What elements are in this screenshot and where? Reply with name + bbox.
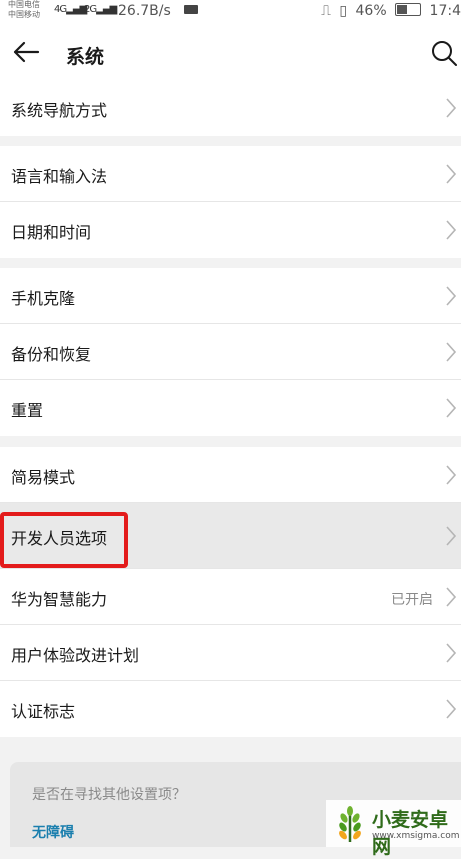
search-icon[interactable] xyxy=(431,40,457,66)
clock: 17:4 xyxy=(429,3,461,19)
settings-group-language-time: 语言和输入法 日期和时间 xyxy=(0,146,461,258)
chevron-right-icon xyxy=(446,220,457,240)
chevron-right-icon xyxy=(446,398,457,418)
chevron-right-icon xyxy=(446,286,457,306)
setting-row-simple-mode[interactable]: 简易模式 xyxy=(0,447,461,503)
setting-row-language-input[interactable]: 语言和输入法 xyxy=(0,146,461,202)
setting-row-date-time[interactable]: 日期和时间 xyxy=(0,202,461,258)
app-header: 系统 xyxy=(0,24,461,82)
setting-label: 系统导航方式 xyxy=(11,101,108,120)
site-watermark: 小麦安卓网 www.xmsigma.com xyxy=(326,800,461,858)
chevron-right-icon xyxy=(446,164,457,184)
status-right: ⎍ ▯ 46% 17:4 xyxy=(317,3,461,19)
chevron-right-icon xyxy=(446,587,457,607)
setting-row-backup-restore[interactable]: 备份和恢复 xyxy=(0,324,461,380)
battery-icon xyxy=(395,3,422,16)
carrier-labels: 中国电信 中国移动 xyxy=(8,0,40,20)
chevron-right-icon xyxy=(446,342,457,362)
video-record-icon xyxy=(184,5,198,14)
setting-label: 简易模式 xyxy=(11,468,76,487)
setting-label: 认证标志 xyxy=(11,702,76,721)
chevron-right-icon xyxy=(446,526,457,546)
net-speed: 26.7B/s xyxy=(118,3,171,19)
setting-label: 重置 xyxy=(11,401,44,420)
battery-percent: 46% xyxy=(355,3,387,19)
setting-value: 已开启 xyxy=(391,592,433,608)
setting-row-user-experience[interactable]: 用户体验改进计划 xyxy=(0,625,461,681)
carrier-2: 中国移动 xyxy=(8,10,40,19)
setting-label: 语言和输入法 xyxy=(11,167,108,186)
carrier-1: 中国电信 xyxy=(8,0,40,9)
highlight-box xyxy=(0,512,128,568)
chevron-right-icon xyxy=(446,699,457,719)
setting-label: 手机克隆 xyxy=(11,289,76,308)
setting-label: 用户体验改进计划 xyxy=(11,646,140,665)
nfc-icon: ⎍ xyxy=(321,3,331,19)
arrow-left-icon[interactable] xyxy=(12,40,40,64)
signal-icon: 4G▂▄▆ xyxy=(54,4,87,15)
page-title: 系统 xyxy=(66,46,105,68)
status-bar: 中国电信 中国移动 4G▂▄▆ 2G▂▄▆ 26.7B/s ⎍ ▯ 46% 17… xyxy=(0,0,461,24)
accessibility-link[interactable]: 无障碍 xyxy=(32,822,74,842)
chevron-right-icon xyxy=(446,643,457,663)
settings-group-navigation: 系统导航方式 xyxy=(0,80,461,136)
setting-label: 华为智慧能力 xyxy=(11,590,108,609)
setting-row-certification[interactable]: 认证标志 xyxy=(0,681,461,737)
setting-label: 日期和时间 xyxy=(11,223,92,242)
setting-label: 备份和恢复 xyxy=(11,345,92,364)
vibrate-icon: ▯ xyxy=(339,3,348,19)
signal-icon-2: 2G▂▄▆ xyxy=(84,4,117,15)
chevron-right-icon xyxy=(446,98,457,118)
watermark-url: www.xmsigma.com xyxy=(372,831,460,841)
settings-group-backup: 手机克隆 备份和恢复 重置 xyxy=(0,268,461,436)
setting-row-phone-clone[interactable]: 手机克隆 xyxy=(0,268,461,324)
settings-group-advanced: 简易模式 开发人员选项 华为智慧能力 已开启 用户体验改进计划 认证标志 xyxy=(0,447,461,737)
suggestion-question: 是否在寻找其他设置项？ xyxy=(32,787,186,803)
setting-row-reset[interactable]: 重置 xyxy=(0,380,461,436)
setting-row-huawei-smart[interactable]: 华为智慧能力 已开启 xyxy=(0,569,461,625)
chevron-right-icon xyxy=(446,465,457,485)
setting-row-system-navigation[interactable]: 系统导航方式 xyxy=(0,80,461,136)
wheat-logo-icon xyxy=(339,806,361,843)
